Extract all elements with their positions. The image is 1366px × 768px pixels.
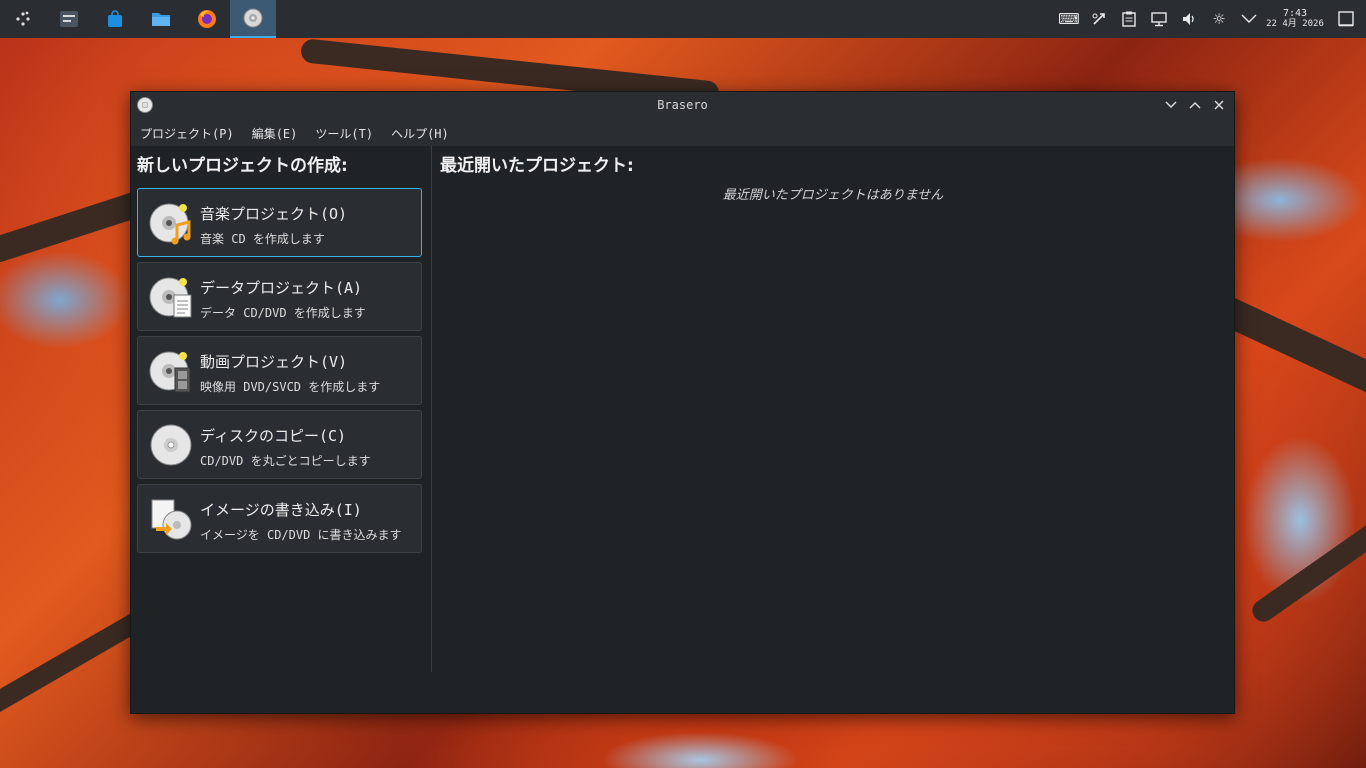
volume-icon[interactable] [1174, 0, 1204, 38]
image-burn-desc: イメージを CD/DVD に書き込みます [200, 528, 402, 542]
image-burn-icon [151, 499, 192, 540]
window-title: Brasero [657, 98, 708, 112]
menu-tools[interactable]: ツール(T) [315, 125, 373, 142]
brasero-window: Brasero プロジェクト(P) 編集(E) ツール(T) ヘルプ(H) 新し… [130, 91, 1235, 714]
show-desktop-icon-glyph [1338, 11, 1354, 27]
clipboard-icon[interactable] [1114, 0, 1144, 38]
brasero-icon [243, 8, 263, 28]
software-store-icon [108, 10, 122, 27]
clock-date: 22 4月 2026 [1266, 19, 1324, 29]
video-project-desc: 映像用 DVD/SVCD を作成します [200, 380, 381, 394]
video-disc-icon [149, 351, 191, 393]
data-disc-icon [149, 277, 192, 318]
audio-project-label: 音楽プロジェクト(O) [200, 205, 348, 223]
menu-project[interactable]: プロジェクト(P) [140, 125, 234, 142]
launcher-icon [16, 11, 30, 26]
firefox-button[interactable] [184, 0, 230, 38]
video-project-label: 動画プロジェクト(V) [200, 353, 348, 371]
network-icon-glyph [1151, 12, 1167, 27]
audio-disc-icon [149, 203, 191, 245]
taskbar: ⌨ ☼ 7:43 22 4月 2026 [0, 0, 1366, 38]
clock-time: 7:43 [1282, 8, 1308, 19]
system-settings-icon [60, 11, 78, 27]
kdeconnect-icon-glyph [1092, 13, 1105, 25]
data-project-label: データプロジェクト(A) [200, 279, 363, 297]
clipboard-icon-glyph [1122, 11, 1136, 27]
chevron-up-icon [1189, 102, 1201, 109]
menu-edit[interactable]: 編集(E) [252, 125, 298, 142]
disc-copy-label: ディスクのコピー(C) [200, 427, 347, 445]
window-controls [1162, 96, 1228, 114]
disc-copy-button[interactable]: ディスクのコピー(C) CD/DVD を丸ごとコピーします [137, 410, 422, 479]
menu-bar: プロジェクト(P) 編集(E) ツール(T) ヘルプ(H) [131, 120, 1234, 146]
disc-copy-desc: CD/DVD を丸ごとコピーします [200, 454, 371, 468]
data-project-button[interactable]: データプロジェクト(A) データ CD/DVD を作成します [137, 262, 422, 331]
disc-copy-icon [150, 424, 192, 466]
close-button[interactable] [1210, 96, 1228, 114]
new-project-heading: 新しいプロジェクトの作成: [137, 156, 348, 176]
minimize-button[interactable] [1162, 96, 1180, 114]
keyboard-icon[interactable]: ⌨ [1054, 0, 1084, 38]
show-desktop-icon[interactable] [1326, 0, 1366, 38]
image-burn-button[interactable]: イメージの書き込み(I) イメージを CD/DVD に書き込みます [137, 484, 422, 553]
title-bar[interactable]: Brasero [131, 92, 1234, 120]
chevron-down-icon [1165, 101, 1177, 108]
new-project-pane: 新しいプロジェクトの作成: 音楽プロジェクト(O) 音楽 CD を作成します デ… [131, 146, 432, 672]
chevron-down-icon[interactable] [1234, 0, 1264, 38]
chevron-down-icon-glyph [1241, 14, 1257, 23]
maximize-button[interactable] [1186, 96, 1204, 114]
system-tray: ⌨ ☼ 7:43 22 4月 2026 [1054, 0, 1366, 38]
menu-help[interactable]: ヘルプ(H) [391, 125, 449, 142]
system-settings-button[interactable] [46, 0, 92, 38]
wallpaper-branch [1248, 516, 1366, 626]
volume-icon-glyph [1183, 13, 1194, 25]
recent-projects-empty-message: 最近開いたプロジェクトはありません [722, 188, 944, 203]
brasero-taskbar-button[interactable] [230, 0, 276, 38]
data-project-desc: データ CD/DVD を作成します [200, 306, 366, 320]
recent-projects-heading: 最近開いたプロジェクト: [440, 156, 634, 176]
network-icon[interactable] [1144, 0, 1174, 38]
kdeconnect-icon[interactable] [1084, 0, 1114, 38]
file-manager-button[interactable] [138, 0, 184, 38]
file-manager-icon [152, 13, 170, 26]
recent-projects-pane: 最近開いたプロジェクト: 最近開いたプロジェクトはありません [432, 146, 1234, 672]
video-project-button[interactable]: 動画プロジェクト(V) 映像用 DVD/SVCD を作成します [137, 336, 422, 405]
software-store-button[interactable] [92, 0, 138, 38]
image-burn-label: イメージの書き込み(I) [200, 501, 362, 519]
clock[interactable]: 7:43 22 4月 2026 [1264, 8, 1326, 30]
brightness-icon[interactable]: ☼ [1204, 0, 1234, 38]
audio-project-desc: 音楽 CD を作成します [200, 232, 325, 246]
main-content: 新しいプロジェクトの作成: 音楽プロジェクト(O) 音楽 CD を作成します デ… [131, 146, 1234, 715]
firefox-icon [198, 10, 216, 28]
audio-project-button[interactable]: 音楽プロジェクト(O) 音楽 CD を作成します [137, 188, 422, 257]
launcher-button[interactable] [0, 0, 46, 38]
close-icon [1214, 100, 1224, 110]
